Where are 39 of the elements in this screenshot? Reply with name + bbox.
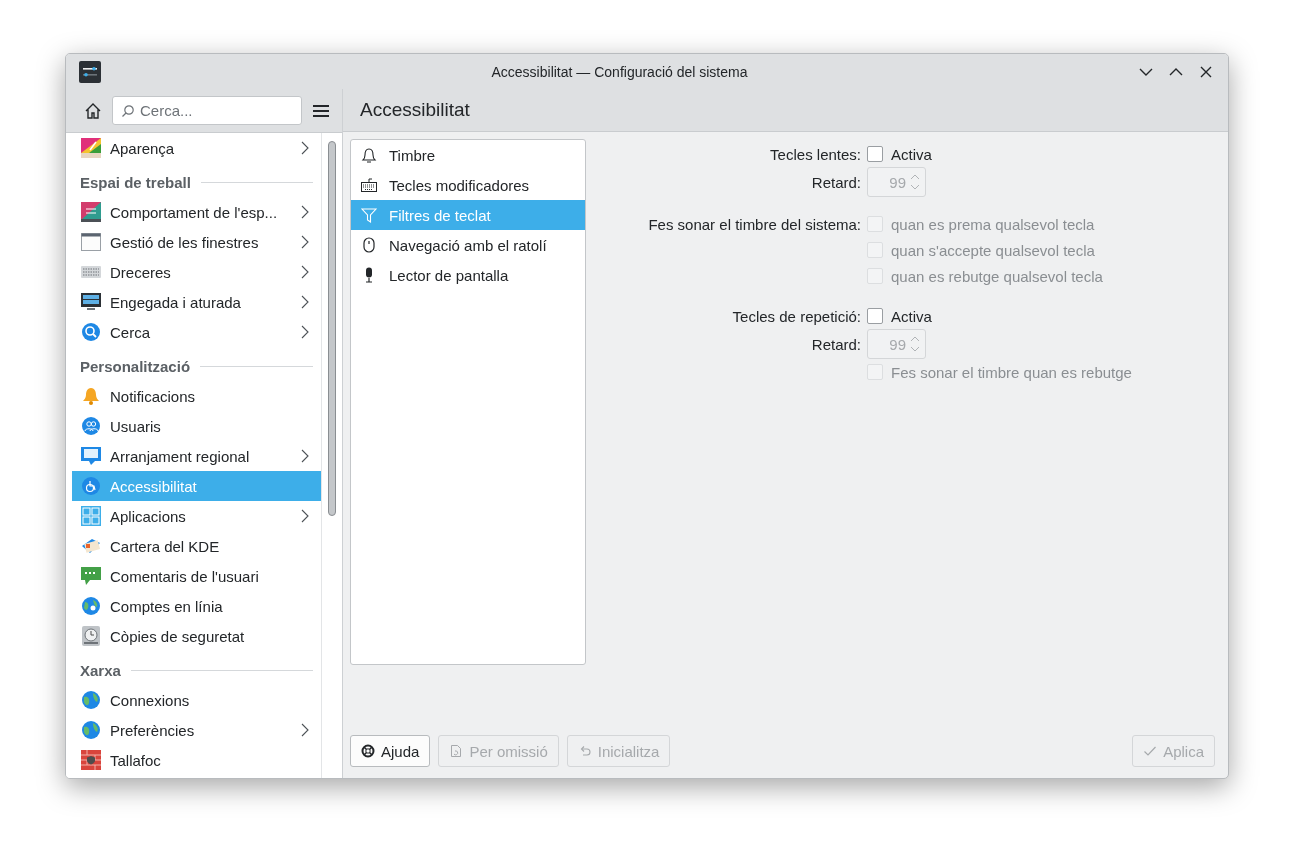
sidebar-item[interactable]: Aparença [72, 133, 321, 163]
sidebar-item[interactable]: Aplicacions [72, 501, 321, 531]
section-header: Espai de treball [80, 173, 191, 191]
sidebar-item[interactable]: Comportament de l'esp... [72, 197, 321, 227]
checkbox-label: quan es rebutge qualsevol tecla [891, 267, 1103, 285]
field-label: Retard: [811, 335, 861, 353]
sidebar-item[interactable]: Cartera del KDE [72, 531, 321, 561]
section-header: Personalització [80, 357, 191, 375]
checkbox-label: quan s'accepte qualsevol tecla [891, 241, 1095, 259]
footer-button[interactable]: Ajuda [350, 735, 431, 767]
sidebar-item[interactable]: Dreceres [72, 257, 321, 287]
field-label: Fes sonar el timbre del sistema: [648, 215, 861, 233]
category-item[interactable]: Timbre [351, 140, 585, 170]
checkbox-label: Fes sonar el timbre quan es rebutge [891, 363, 1132, 381]
sidebar-item[interactable]: Còpies de seguretat [72, 621, 321, 651]
field-label: Retard: [811, 173, 861, 191]
field-label: Tecles lentes: [770, 145, 861, 163]
sidebar-item[interactable]: Notificacions [72, 381, 321, 411]
sidebar-item[interactable]: Comentaris de l'usuari [72, 561, 321, 591]
checkbox-label: Activa [891, 307, 932, 325]
section-header: Xarxa [80, 661, 121, 679]
sidebar-item[interactable]: Gestió de les finestres [72, 227, 321, 257]
sidebar-item[interactable]: Engegada i aturada [72, 287, 321, 317]
sidebar-item[interactable]: Arranjament regional [72, 441, 321, 471]
sidebar-item[interactable]: Usuaris [72, 411, 321, 441]
search-field[interactable]: Cerca... [112, 96, 302, 125]
category-item[interactable]: Tecles modificadores [351, 170, 585, 200]
checkbox-label: quan es prema qualsevol tecla [891, 215, 1095, 233]
sidebar-item[interactable]: Connexions [72, 685, 321, 715]
category-item[interactable]: Navegació amb el ratolí [351, 230, 585, 260]
checkbox-label: Activa [891, 145, 932, 163]
sidebar-item[interactable]: Cerca [72, 317, 321, 347]
window-title: Accessibilitat — Configuració del sistema [490, 63, 749, 80]
field-label: Tecles de repetició: [732, 307, 861, 325]
sidebar-item[interactable]: Preferències [72, 715, 321, 745]
page-title: Accessibilitat [360, 99, 470, 121]
sidebar-item[interactable]: Tallafoc [72, 745, 321, 775]
sidebar-item[interactable]: Comptes en línia [72, 591, 321, 621]
category-item[interactable]: Lector de pantalla [351, 260, 585, 290]
